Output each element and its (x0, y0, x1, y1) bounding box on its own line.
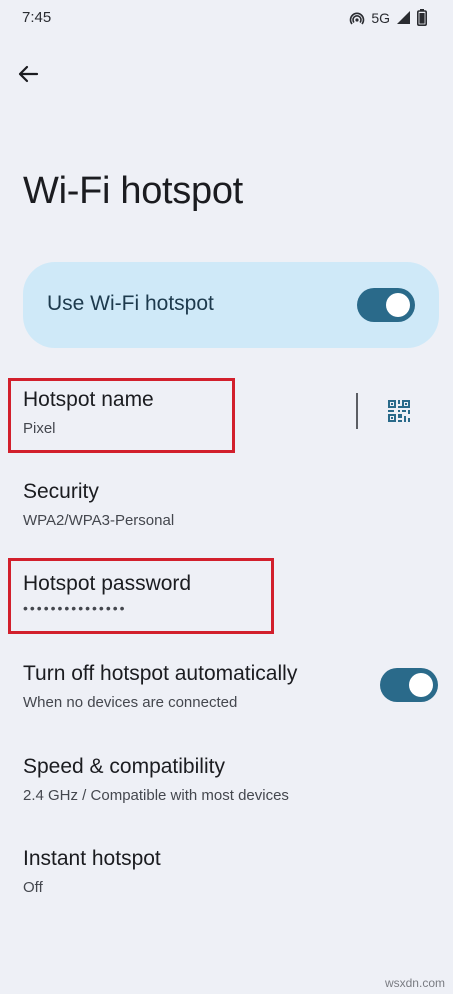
hotspot-name-value: Pixel (23, 420, 56, 437)
page-title: Wi-Fi hotspot (23, 170, 243, 212)
turn-off-automatically-title: Turn off hotspot automatically (23, 662, 298, 685)
switch-knob (409, 673, 433, 697)
use-wifi-hotspot-label: Use Wi-Fi hotspot (47, 292, 214, 315)
divider (356, 393, 358, 429)
status-icons: 5G (349, 9, 427, 26)
status-bar: 7:45 5G (0, 0, 453, 36)
hotspot-password-item[interactable]: Hotspot password (0, 564, 453, 634)
hotspot-password-title: Hotspot password (23, 572, 192, 595)
use-wifi-hotspot-card[interactable]: Use Wi-Fi hotspot (23, 262, 439, 348)
hotspot-name-title: Hotspot name (23, 388, 154, 411)
signal-icon (396, 10, 411, 25)
watermark: wsxdn.com (384, 976, 445, 990)
use-wifi-hotspot-switch[interactable] (357, 288, 415, 322)
network-type: 5G (371, 9, 390, 26)
security-value: WPA2/WPA3-Personal (23, 512, 175, 529)
security-title: Security (23, 480, 99, 503)
instant-hotspot-value: Off (23, 879, 43, 896)
qr-code-icon (388, 399, 410, 427)
turn-off-automatically-subtitle: When no devices are connected (23, 694, 238, 711)
turn-off-automatically-switch[interactable] (380, 668, 438, 702)
security-item[interactable]: Security WPA2/WPA3-Personal (0, 472, 453, 548)
turn-off-automatically-item[interactable]: Turn off hotspot automatically When no d… (0, 654, 453, 730)
switch-knob (386, 293, 410, 317)
speed-compatibility-value: 2.4 GHz / Compatible with most devices (23, 787, 289, 804)
arrow-back-icon (17, 63, 39, 90)
instant-hotspot-item[interactable]: Instant hotspot Off (0, 839, 453, 915)
speed-compatibility-title: Speed & compatibility (23, 755, 225, 778)
qr-code-button[interactable] (381, 395, 417, 431)
hotspot-icon (349, 10, 365, 26)
back-button[interactable] (12, 60, 44, 92)
speed-compatibility-item[interactable]: Speed & compatibility 2.4 GHz / Compatib… (0, 747, 453, 823)
battery-icon (417, 9, 427, 26)
hotspot-password-value: ••••••••••••••• (23, 600, 127, 616)
instant-hotspot-title: Instant hotspot (23, 847, 161, 870)
status-time: 7:45 (22, 9, 52, 26)
